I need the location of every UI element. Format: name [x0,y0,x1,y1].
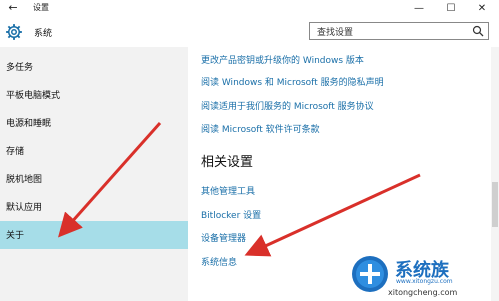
watermark-logo-icon [352,256,388,292]
watermark-url-secondary: xitongcheng.com [388,288,458,297]
arrow-to-system-info [244,173,421,257]
watermark: 系统族 www.xitongzu.com xitongcheng.com [350,250,499,301]
watermark-url: www.xitongzu.com [396,278,453,285]
arrow-to-about [58,122,162,238]
